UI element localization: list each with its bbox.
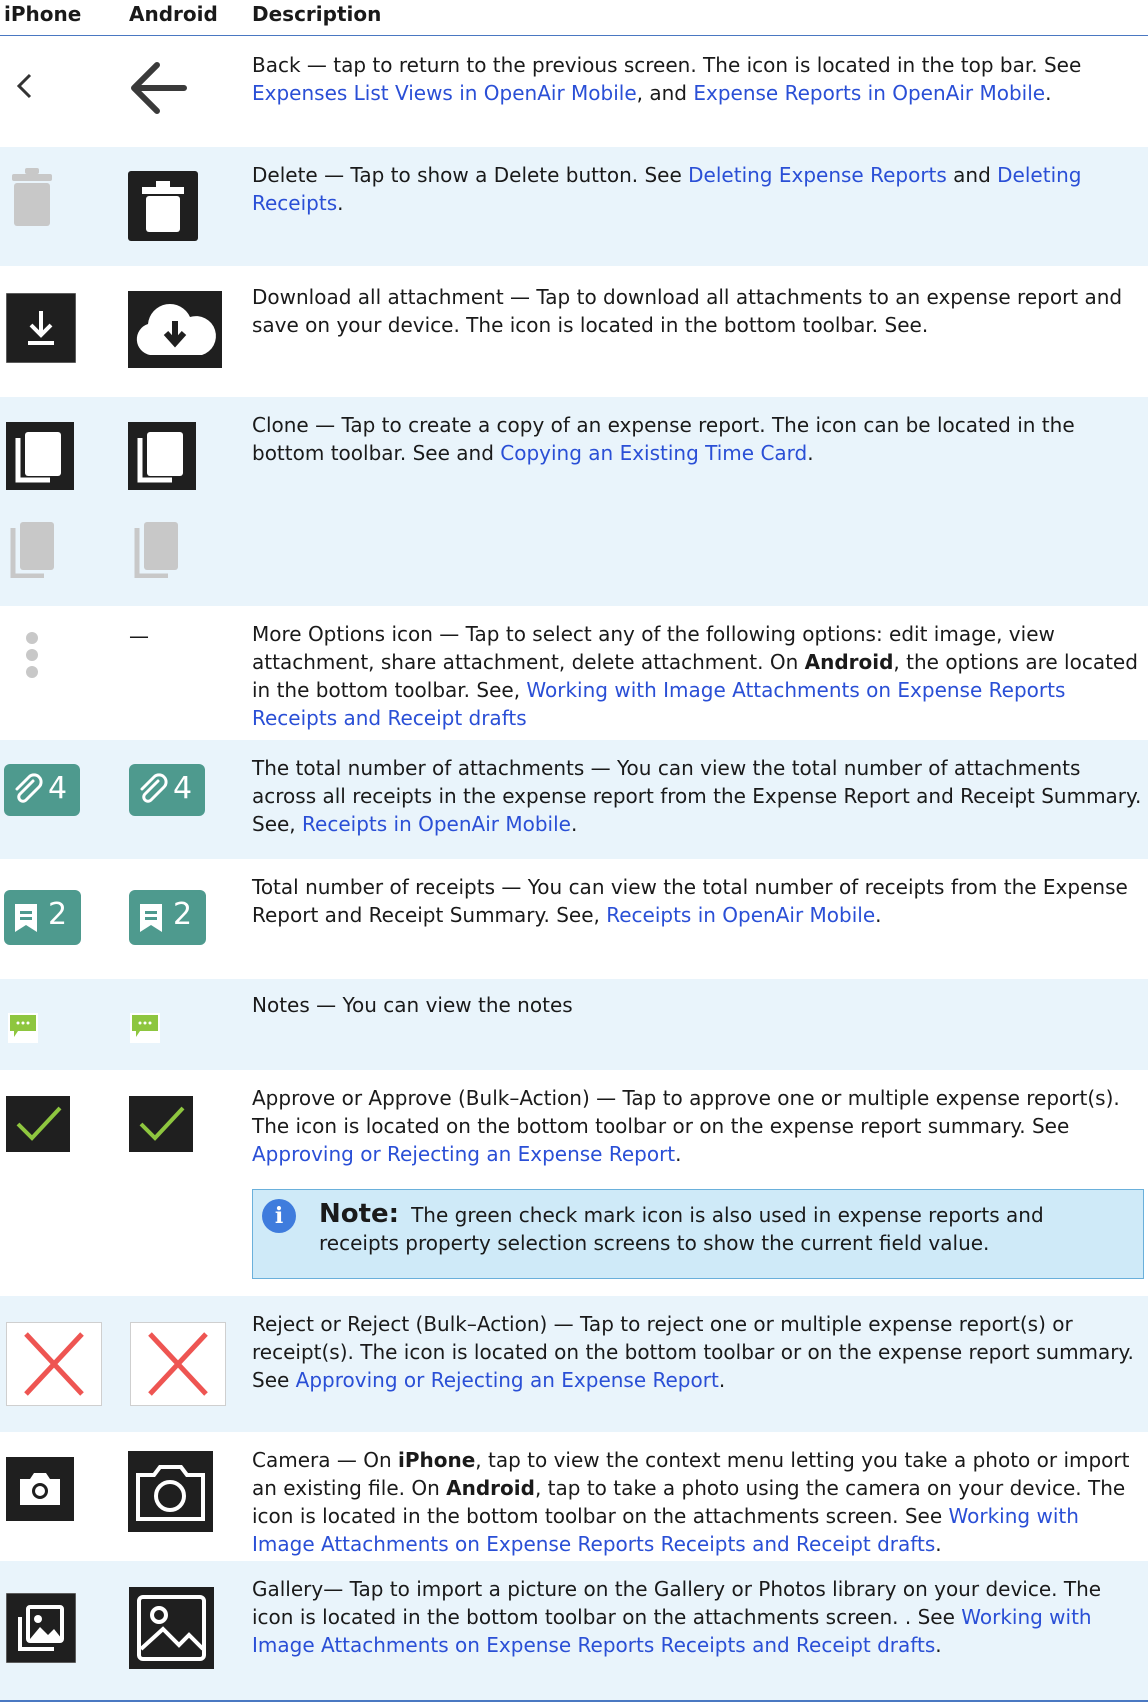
description-text: Download all attachment — Tap to downloa…: [252, 285, 1123, 337]
row-description: Delete — Tap to show a Delete button. Se…: [252, 161, 1145, 217]
clone-disabled-icon: [134, 522, 178, 578]
more-options-icon: [26, 632, 38, 678]
attachment-count: 4: [173, 771, 193, 806]
android-not-applicable: —: [129, 624, 149, 648]
attachment-count-badge: 4: [4, 764, 80, 816]
description-text: .: [718, 1368, 726, 1392]
description-text: .: [337, 191, 344, 215]
trash-icon: [12, 168, 52, 226]
description-text: .: [1045, 81, 1052, 105]
doc-link[interactable]: Deleting Expense Reports: [688, 163, 947, 187]
row-description: Notes — You can view the notes: [252, 991, 1145, 1019]
back-icon: [131, 62, 187, 114]
table-row: — More Options icon — Tap to select any …: [0, 606, 1148, 740]
attachment-count: 4: [48, 771, 68, 806]
table-header: iPhone Android Description: [0, 0, 1148, 36]
description-text: .: [807, 441, 814, 465]
description-text: .: [935, 1532, 942, 1556]
row-description: Clone — Tap to create a copy of an expen…: [252, 411, 1145, 467]
note-callout: i Note: The green check mark icon is also…: [252, 1189, 1144, 1279]
doc-link[interactable]: Copying an Existing Time Card: [500, 441, 807, 465]
row-description: Download all attachment — Tap to downloa…: [252, 283, 1145, 339]
info-icon: i: [262, 1199, 296, 1233]
description-text: Delete — Tap to show a Delete button. Se…: [252, 163, 689, 187]
clone-disabled-icon: [10, 522, 54, 578]
camera-icon: [128, 1451, 213, 1532]
table-row: 2 2 Total number of receipts — You can v…: [0, 859, 1148, 979]
receipt-count: 2: [48, 897, 68, 932]
table-row: 4 4 The total number of attachments — Yo…: [0, 740, 1148, 859]
reject-icon: [6, 1322, 102, 1406]
row-description: Back — tap to return to the previous scr…: [252, 51, 1145, 107]
description-text: .: [570, 812, 578, 836]
doc-link[interactable]: Approving or Rejecting an Expense Report: [296, 1368, 719, 1392]
paperclip-icon: [15, 773, 43, 803]
doc-link[interactable]: Expense Reports in OpenAir Mobile: [693, 81, 1045, 105]
column-header-android: Android: [129, 2, 218, 26]
table-row: Delete — Tap to show a Delete button. Se…: [0, 147, 1148, 266]
description-text: Camera — On: [252, 1448, 398, 1472]
description-text: .: [935, 1633, 942, 1657]
cloud-download-icon: [128, 291, 222, 368]
receipt-icon: [140, 904, 162, 932]
trash-icon: [128, 171, 198, 241]
description-text: , and: [636, 81, 694, 105]
description-text: Back — tap to return to the previous scr…: [252, 53, 1082, 77]
receipt-count: 2: [173, 897, 193, 932]
bold-text: Android: [446, 1476, 535, 1500]
camera-icon: [6, 1457, 74, 1521]
back-icon: [16, 73, 32, 99]
table-row: Gallery— Tap to import a picture on the …: [0, 1561, 1148, 1702]
receipt-count-badge: 2: [129, 890, 206, 945]
attachment-count-badge: 4: [129, 764, 205, 816]
table-row: Notes — You can view the notes: [0, 979, 1148, 1070]
notes-icon: [8, 1013, 38, 1043]
description-text: and: [946, 163, 998, 187]
approve-icon: [129, 1096, 193, 1152]
bold-text: iPhone: [397, 1448, 476, 1472]
table-row: Download all attachment — Tap to downloa…: [0, 266, 1148, 397]
doc-link[interactable]: Receipts in OpenAir Mobile: [302, 812, 571, 836]
table-row: Reject or Reject (Bulk–Action) — Tap to …: [0, 1296, 1148, 1432]
column-header-description: Description: [252, 2, 382, 26]
table-row: Camera — On iPhone, tap to view the cont…: [0, 1432, 1148, 1561]
row-description: The total number of attachments — You ca…: [252, 754, 1145, 838]
column-header-iphone: iPhone: [4, 2, 82, 26]
doc-link[interactable]: Expenses List Views in OpenAir Mobile: [252, 81, 637, 105]
clone-icon: [128, 422, 196, 490]
note-text: Note: The green check mark icon is also u…: [319, 1200, 1129, 1257]
approve-icon: [6, 1096, 70, 1152]
clone-icon: [6, 422, 74, 490]
doc-link[interactable]: Receipts in OpenAir Mobile: [606, 903, 875, 927]
table-row: Clone — Tap to create a copy of an expen…: [0, 397, 1148, 606]
receipt-icon: [15, 904, 37, 932]
row-description: Reject or Reject (Bulk–Action) — Tap to …: [252, 1310, 1145, 1394]
description-text: .: [875, 903, 882, 927]
gallery-icon: [129, 1587, 214, 1669]
row-description: Approve or Approve (Bulk–Action) — Tap t…: [252, 1084, 1145, 1168]
table-row: Back — tap to return to the previous scr…: [0, 37, 1148, 147]
bold-text: Android: [804, 650, 894, 674]
receipt-count-badge: 2: [4, 890, 81, 945]
notes-icon: [130, 1013, 160, 1043]
download-icon: [6, 293, 76, 363]
gallery-icon: [6, 1593, 76, 1663]
description-text: Approve or Approve (Bulk–Action) — Tap t…: [252, 1086, 1120, 1138]
note-title: Note:: [319, 1199, 400, 1229]
row-description: Gallery— Tap to import a picture on the …: [252, 1575, 1145, 1659]
note-body: The green check mark icon is also used i…: [319, 1203, 1044, 1255]
description-text: Notes — You can view the notes: [252, 993, 573, 1017]
row-description: Camera — On iPhone, tap to view the cont…: [252, 1446, 1145, 1558]
paperclip-icon: [140, 773, 168, 803]
doc-link[interactable]: Approving or Rejecting an Expense Report: [252, 1142, 675, 1166]
row-description: More Options icon — Tap to select any of…: [252, 620, 1145, 732]
row-description: Total number of receipts — You can view …: [252, 873, 1145, 929]
reject-icon: [130, 1322, 226, 1406]
description-text: .: [675, 1142, 682, 1166]
